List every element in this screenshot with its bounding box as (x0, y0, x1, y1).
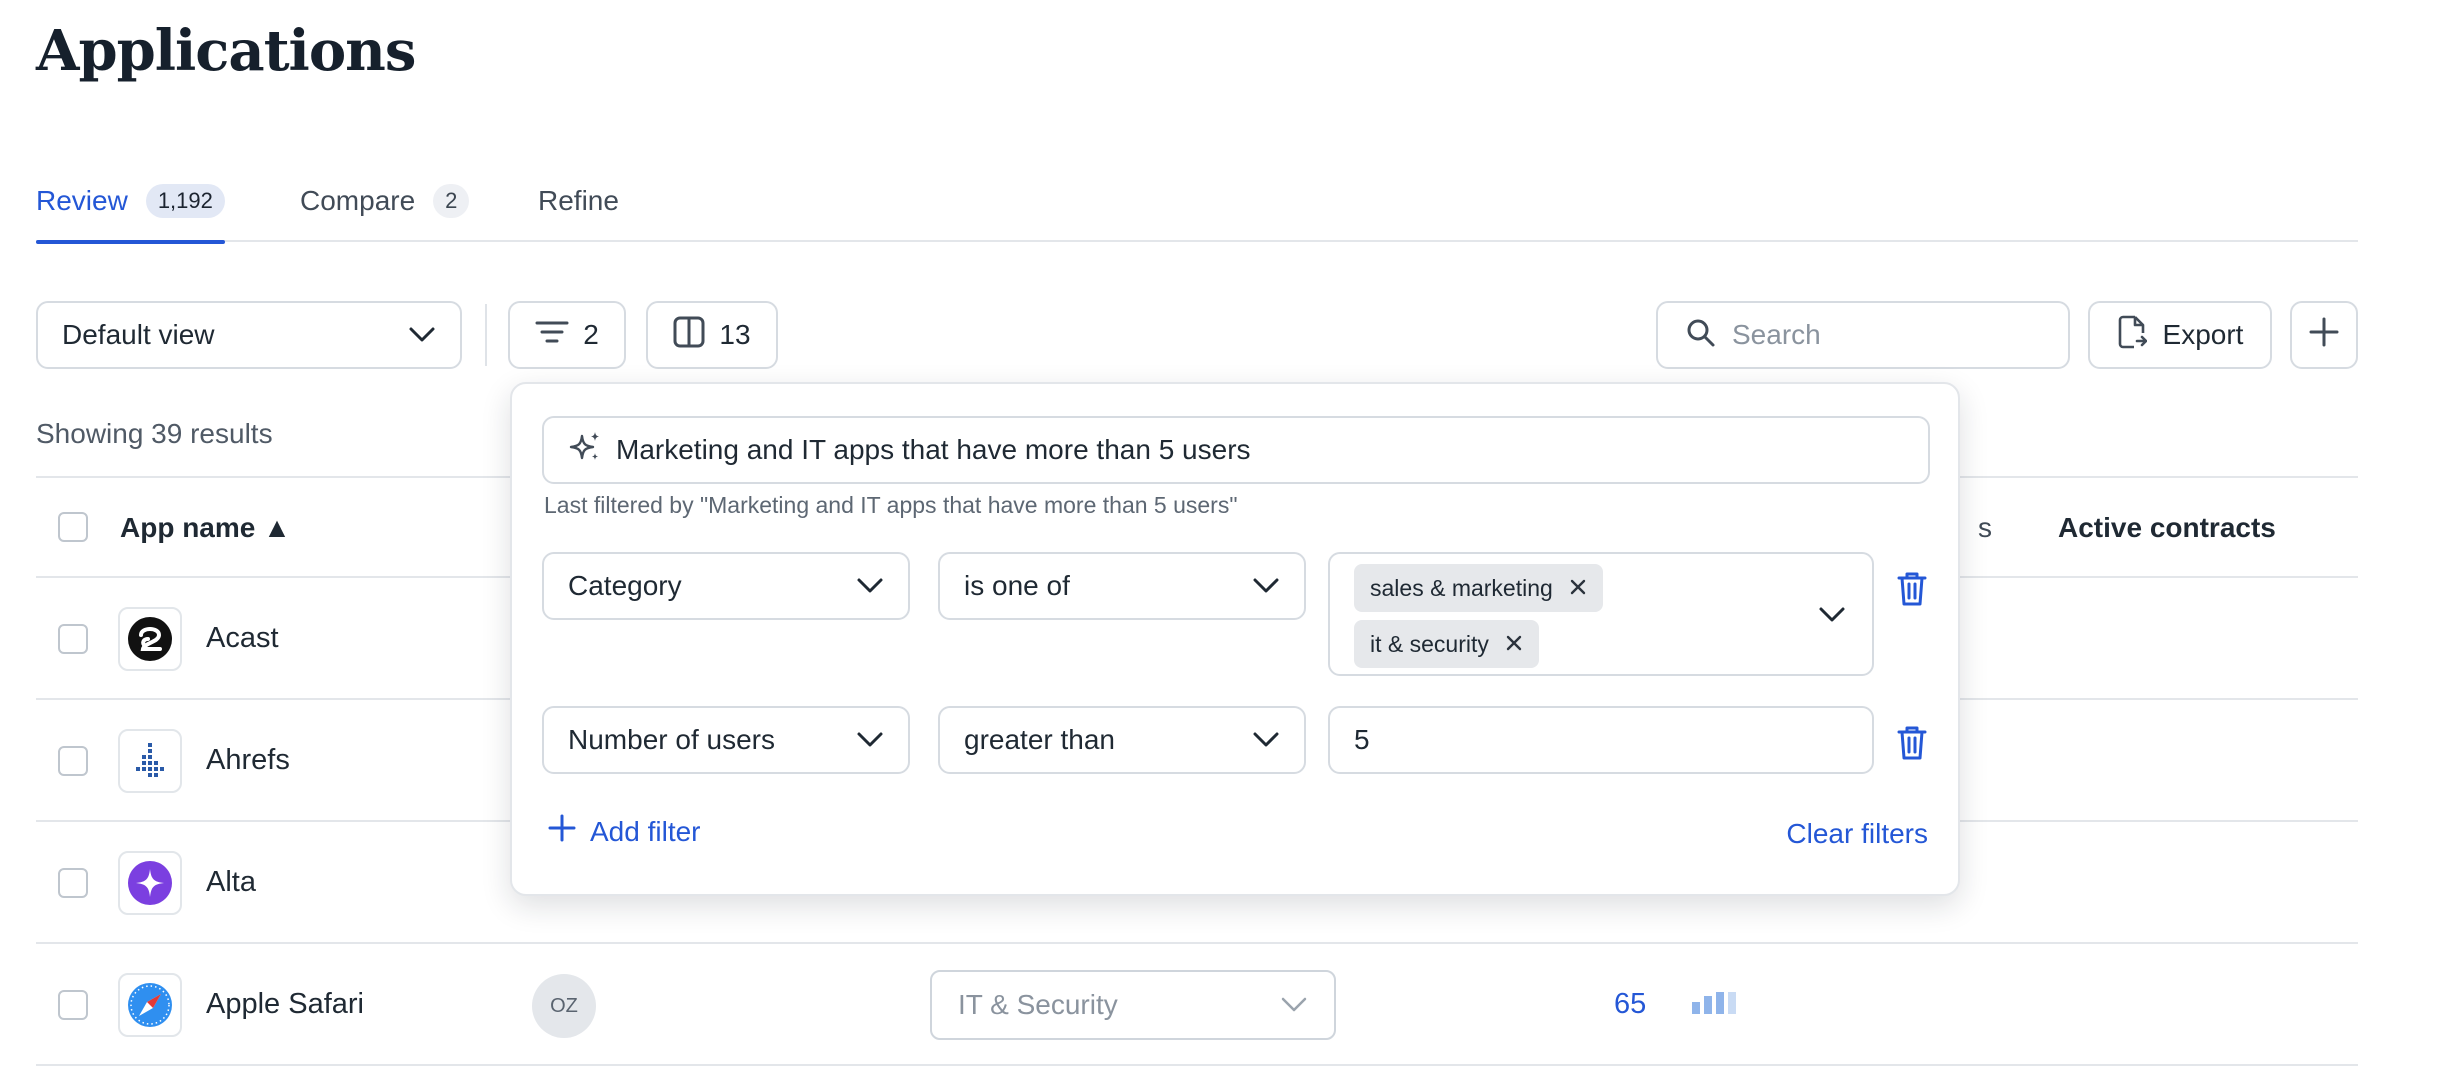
search-input[interactable] (1732, 319, 2032, 351)
chevron-down-icon (1252, 570, 1280, 602)
row-checkbox[interactable] (58, 868, 88, 898)
row-checkbox[interactable] (58, 746, 88, 776)
chevron-down-icon[interactable] (1818, 606, 1846, 629)
tab-refine[interactable]: Refine (538, 160, 619, 242)
filter-field-value: Number of users (568, 724, 775, 755)
acast-logo-icon (118, 607, 182, 671)
add-filter-button[interactable]: Add filter (548, 814, 701, 849)
results-count: Showing 39 results (36, 418, 273, 449)
filter-button[interactable]: 2 (508, 301, 626, 369)
filter-operator-select[interactable]: greater than (938, 706, 1306, 774)
columns-count: 13 (719, 319, 751, 350)
ahrefs-logo-icon (118, 729, 182, 793)
select-all-checkbox[interactable] (58, 512, 88, 542)
export-label: Export (2162, 319, 2244, 350)
chevron-down-icon (1252, 724, 1280, 756)
tab-compare-label: Compare (300, 185, 416, 216)
export-button[interactable]: Export (2088, 301, 2272, 369)
app-name[interactable]: Acast (206, 622, 279, 655)
chevron-down-icon (856, 570, 884, 602)
columns-icon (673, 316, 705, 355)
filter-count: 2 (583, 319, 599, 350)
filter-chip: it & security (1354, 620, 1539, 668)
user-count[interactable]: 65 (1614, 988, 1646, 1021)
column-partial-header: s (1978, 512, 1992, 543)
column-app-name[interactable]: App name ▲ (120, 512, 291, 544)
close-icon[interactable] (1505, 631, 1523, 658)
chevron-down-icon (1280, 989, 1308, 1021)
tab-review-count: 1,192 (145, 184, 225, 218)
filter-field-select[interactable]: Category (542, 552, 910, 620)
chevron-down-icon (408, 319, 436, 351)
filter-values-multiselect[interactable]: sales & marketing it & security (1328, 552, 1874, 676)
filter-field-value: Category (568, 570, 682, 601)
category-value: IT & Security (958, 989, 1118, 1020)
alta-logo-icon (118, 851, 182, 915)
tab-bar: Review 1,192 Compare 2 Refine (36, 160, 2358, 244)
app-name[interactable]: Apple Safari (206, 988, 364, 1021)
app-name[interactable]: Ahrefs (206, 744, 290, 777)
filter-value: 5 (1354, 724, 1370, 755)
search-box[interactable] (1656, 301, 2070, 369)
tab-review-label: Review (36, 185, 128, 216)
tab-refine-label: Refine (538, 185, 619, 216)
row-checkbox[interactable] (58, 624, 88, 654)
clear-filters-link[interactable]: Clear filters (1786, 818, 1928, 850)
trash-icon[interactable] (1896, 724, 1932, 764)
filter-icon (535, 319, 569, 352)
filter-operator-select[interactable]: is one of (938, 552, 1306, 620)
close-icon[interactable] (1569, 575, 1587, 602)
table-row[interactable]: Apple Safari OZ IT & Security 65 (36, 944, 2358, 1066)
filter-field-select[interactable]: Number of users (542, 706, 910, 774)
tab-review[interactable]: Review 1,192 (36, 160, 225, 244)
column-active-contracts[interactable]: Active contracts (2058, 512, 2276, 544)
export-file-icon (2117, 315, 2147, 356)
category-select[interactable]: IT & Security (930, 970, 1336, 1040)
filter-operator-value: is one of (964, 570, 1070, 601)
search-icon (1686, 318, 1716, 353)
last-filtered-note: Last filtered by "Marketing and IT apps … (544, 492, 1238, 518)
add-application-button[interactable] (2290, 301, 2358, 369)
add-filter-label: Add filter (590, 815, 701, 847)
filter-chip-label: it & security (1370, 630, 1489, 657)
app-name[interactable]: Alta (206, 866, 256, 899)
ai-filter-input[interactable]: Marketing and IT apps that have more tha… (542, 416, 1930, 484)
filter-chip: sales & marketing (1354, 564, 1603, 612)
chevron-down-icon (856, 724, 884, 756)
trash-icon[interactable] (1896, 570, 1932, 610)
owner-avatar[interactable]: OZ (532, 974, 596, 1038)
columns-button[interactable]: 13 (646, 301, 778, 369)
row-checkbox[interactable] (58, 990, 88, 1020)
filter-value-input[interactable]: 5 (1328, 706, 1874, 774)
view-select-label: Default view (62, 319, 215, 350)
sparkle-icon (568, 430, 602, 471)
ai-filter-query: Marketing and IT apps that have more tha… (616, 434, 1251, 465)
tab-compare[interactable]: Compare 2 (300, 160, 470, 242)
plus-icon (2309, 317, 2339, 354)
tab-compare-count: 2 (433, 184, 470, 218)
filter-chip-label: sales & marketing (1370, 574, 1553, 601)
page-title: Applications (36, 18, 416, 84)
toolbar-divider (485, 304, 487, 366)
usage-bars-icon (1692, 992, 1736, 1014)
view-select[interactable]: Default view (36, 301, 462, 369)
safari-logo-icon (118, 973, 182, 1037)
filter-popover: Marketing and IT apps that have more tha… (510, 382, 1960, 896)
filter-operator-value: greater than (964, 724, 1115, 755)
plus-icon (548, 814, 576, 849)
